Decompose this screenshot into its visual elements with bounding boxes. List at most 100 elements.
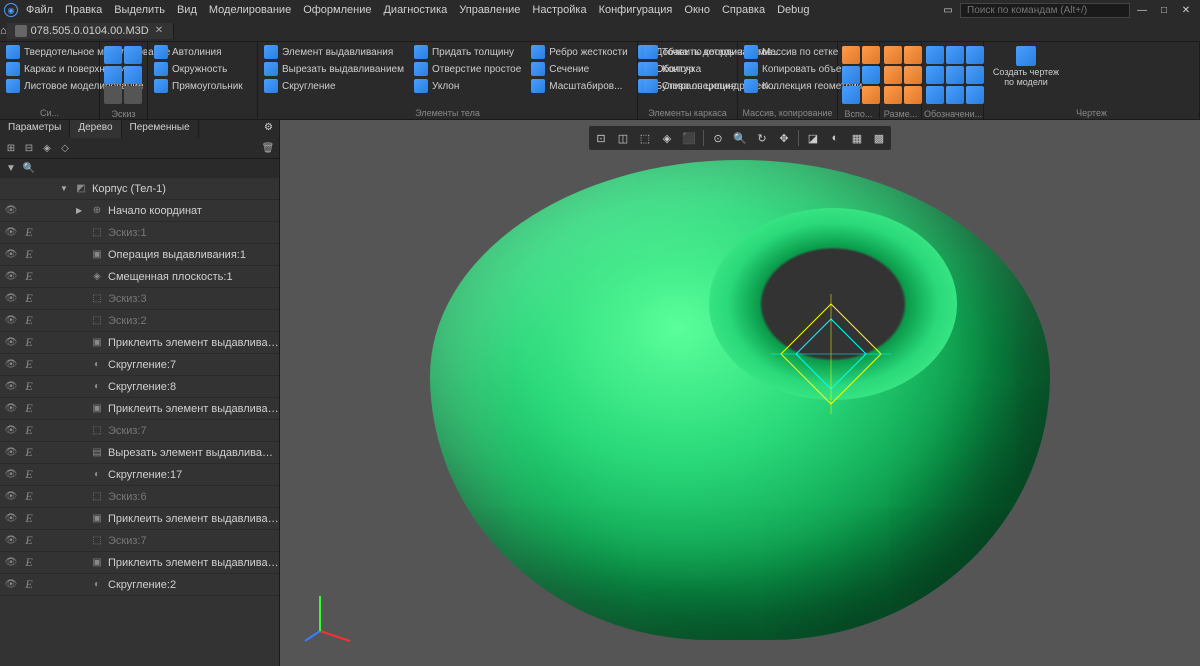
tab-variables[interactable]: Переменные	[122, 120, 199, 138]
include-toggle-icon[interactable]: Ε	[22, 270, 36, 284]
ribbon-button[interactable]: Придать толщину	[410, 44, 525, 60]
menu-диагностика[interactable]: Диагностика	[377, 2, 453, 18]
menu-правка[interactable]: Правка	[59, 2, 108, 18]
visibility-toggle-icon[interactable]: 👁	[4, 402, 18, 416]
panel-toggle-icon[interactable]: ▭	[938, 2, 958, 18]
include-toggle-icon[interactable]: Ε	[22, 556, 36, 570]
menu-управление[interactable]: Управление	[453, 2, 526, 18]
include-toggle-icon[interactable]: Ε	[22, 512, 36, 526]
visibility-toggle-icon[interactable]: 👁	[4, 380, 18, 394]
aux-tool-icon[interactable]	[862, 66, 880, 84]
undo-icon[interactable]	[104, 86, 122, 104]
visibility-toggle-icon[interactable]: 👁	[4, 336, 18, 350]
vp-tool-icon[interactable]: ⬛	[679, 128, 699, 148]
tree-item[interactable]: 👁Ε◐Скругление:17	[0, 464, 279, 486]
visibility-toggle-icon[interactable]: 👁	[4, 534, 18, 548]
ribbon-button[interactable]: Элемент выдавливания	[260, 44, 408, 60]
tab-parameters[interactable]: Параметры	[0, 120, 70, 138]
menu-настройка[interactable]: Настройка	[526, 2, 592, 18]
panel-settings-icon[interactable]: ⚙	[258, 120, 279, 138]
include-toggle-icon[interactable]: Ε	[22, 402, 36, 416]
tree-root-item[interactable]: ▼ ◩ Корпус (Тел-1)	[0, 178, 279, 200]
include-toggle-icon[interactable]: Ε	[22, 534, 36, 548]
tree-item[interactable]: 👁Ε◈Смещенная плоскость:1	[0, 266, 279, 288]
aux-tool-icon[interactable]	[862, 46, 880, 64]
shade-mode-icon[interactable]: ▦	[847, 128, 867, 148]
tree-item[interactable]: 👁Ε⬚Эскиз:3	[0, 288, 279, 310]
annot-tool-icon[interactable]	[946, 46, 964, 64]
tree-item[interactable]: 👁Ε▤Вырезать элемент выдавливания:	[0, 442, 279, 464]
zoom-fit-icon[interactable]: ⊙	[708, 128, 728, 148]
menu-debug[interactable]: Debug	[771, 2, 815, 18]
tree-item[interactable]: 👁Ε◐Скругление:7	[0, 354, 279, 376]
menu-конфигурация[interactable]: Конфигурация	[593, 2, 679, 18]
menu-справка[interactable]: Справка	[716, 2, 771, 18]
include-toggle-icon[interactable]: Ε	[22, 446, 36, 460]
tab-tree[interactable]: Дерево	[70, 120, 121, 138]
tree-view-icon[interactable]: ◈	[40, 141, 54, 155]
expand-caret-icon[interactable]: ▼	[60, 184, 70, 193]
vp-tool-icon[interactable]: ◫	[613, 128, 633, 148]
include-toggle-icon[interactable]: Ε	[22, 380, 36, 394]
visibility-toggle-icon[interactable]: 👁	[4, 314, 18, 328]
dim-tool-icon[interactable]	[884, 66, 902, 84]
include-toggle-icon[interactable]: Ε	[22, 314, 36, 328]
visibility-toggle-icon[interactable]: 👁	[4, 556, 18, 570]
visibility-toggle-icon[interactable]: 👁	[4, 248, 18, 262]
menu-моделирование[interactable]: Моделирование	[203, 2, 297, 18]
ribbon-button[interactable]: Сечение	[527, 61, 631, 77]
expand-caret-icon[interactable]: ▶	[76, 206, 86, 215]
print-icon[interactable]	[124, 66, 142, 84]
annot-tool-icon[interactable]	[946, 66, 964, 84]
tree-item[interactable]: 👁Ε▣Приклеить элемент выдавливания	[0, 552, 279, 574]
maximize-button[interactable]: □	[1154, 2, 1174, 18]
visibility-toggle-icon[interactable]: 👁	[4, 292, 18, 306]
tree-item[interactable]: 👁Ε⬚Эскиз:7	[0, 420, 279, 442]
close-button[interactable]: ✕	[1176, 2, 1196, 18]
visibility-toggle-icon[interactable]: 👁	[4, 468, 18, 482]
tree-item[interactable]: 👁Ε▣Операция выдавливания:1	[0, 244, 279, 266]
visibility-toggle-icon[interactable]: 👁	[4, 270, 18, 284]
tree-view-icon[interactable]: ⊞	[4, 141, 18, 155]
filter-icon[interactable]: ▼	[4, 162, 18, 176]
ribbon-button[interactable]: Вырезать выдавливанием	[260, 61, 408, 77]
tree-item[interactable]: 👁Ε⬚Эскиз:7	[0, 530, 279, 552]
rotate-icon[interactable]: ↻	[752, 128, 772, 148]
open-doc-icon[interactable]	[124, 46, 142, 64]
tree-view-icon[interactable]: ◇	[58, 141, 72, 155]
annot-tool-icon[interactable]	[926, 86, 944, 104]
tree-item[interactable]: 👁Ε⬚Эскиз:2	[0, 310, 279, 332]
include-toggle-icon[interactable]: Ε	[22, 336, 36, 350]
shade-mode-icon[interactable]: ◐	[825, 128, 845, 148]
menu-файл[interactable]: Файл	[20, 2, 59, 18]
ribbon-button[interactable]: Прямоугольник	[150, 78, 247, 94]
tree-item[interactable]: 👁Ε◐Скругление:2	[0, 574, 279, 596]
include-toggle-icon[interactable]: Ε	[22, 490, 36, 504]
save-icon[interactable]	[104, 66, 122, 84]
new-doc-icon[interactable]	[104, 46, 122, 64]
viewport-3d[interactable]: ⊡ ◫ ⬚ ◈ ⬛ ⊙ 🔍 ↻ ✥ ◪ ◐ ▦ ▩	[280, 120, 1200, 666]
zoom-icon[interactable]: 🔍	[730, 128, 750, 148]
tree-item[interactable]: 👁Ε▣Приклеить элемент выдавливания	[0, 398, 279, 420]
visibility-toggle-icon[interactable]: 👁	[4, 578, 18, 592]
annot-tool-icon[interactable]	[926, 66, 944, 84]
search-icon[interactable]: 🔍	[22, 162, 36, 176]
visibility-toggle-icon[interactable]: 👁	[4, 446, 18, 460]
home-button[interactable]: ⌂	[0, 25, 7, 37]
dim-tool-icon[interactable]	[884, 86, 902, 104]
view-cube-icon[interactable]: ◪	[803, 128, 823, 148]
create-drawing-button[interactable]: Создать чертеж по модели	[986, 44, 1066, 105]
include-toggle-icon[interactable]: Ε	[22, 578, 36, 592]
tree-item[interactable]: 👁Ε⬚Эскиз:6	[0, 486, 279, 508]
annot-tool-icon[interactable]	[966, 86, 984, 104]
visibility-toggle-icon[interactable]: 👁	[4, 204, 18, 218]
tab-close-button[interactable]: ✕	[153, 25, 165, 36]
command-search-input[interactable]	[960, 3, 1130, 18]
include-toggle-icon[interactable]: Ε	[22, 248, 36, 262]
annot-tool-icon[interactable]	[926, 46, 944, 64]
dim-tool-icon[interactable]	[884, 46, 902, 64]
visibility-toggle-icon[interactable]: 👁	[4, 512, 18, 526]
ribbon-button[interactable]: Автолиния	[150, 44, 247, 60]
pan-icon[interactable]: ✥	[774, 128, 794, 148]
ribbon-button[interactable]: Масштабиров...	[527, 78, 631, 94]
